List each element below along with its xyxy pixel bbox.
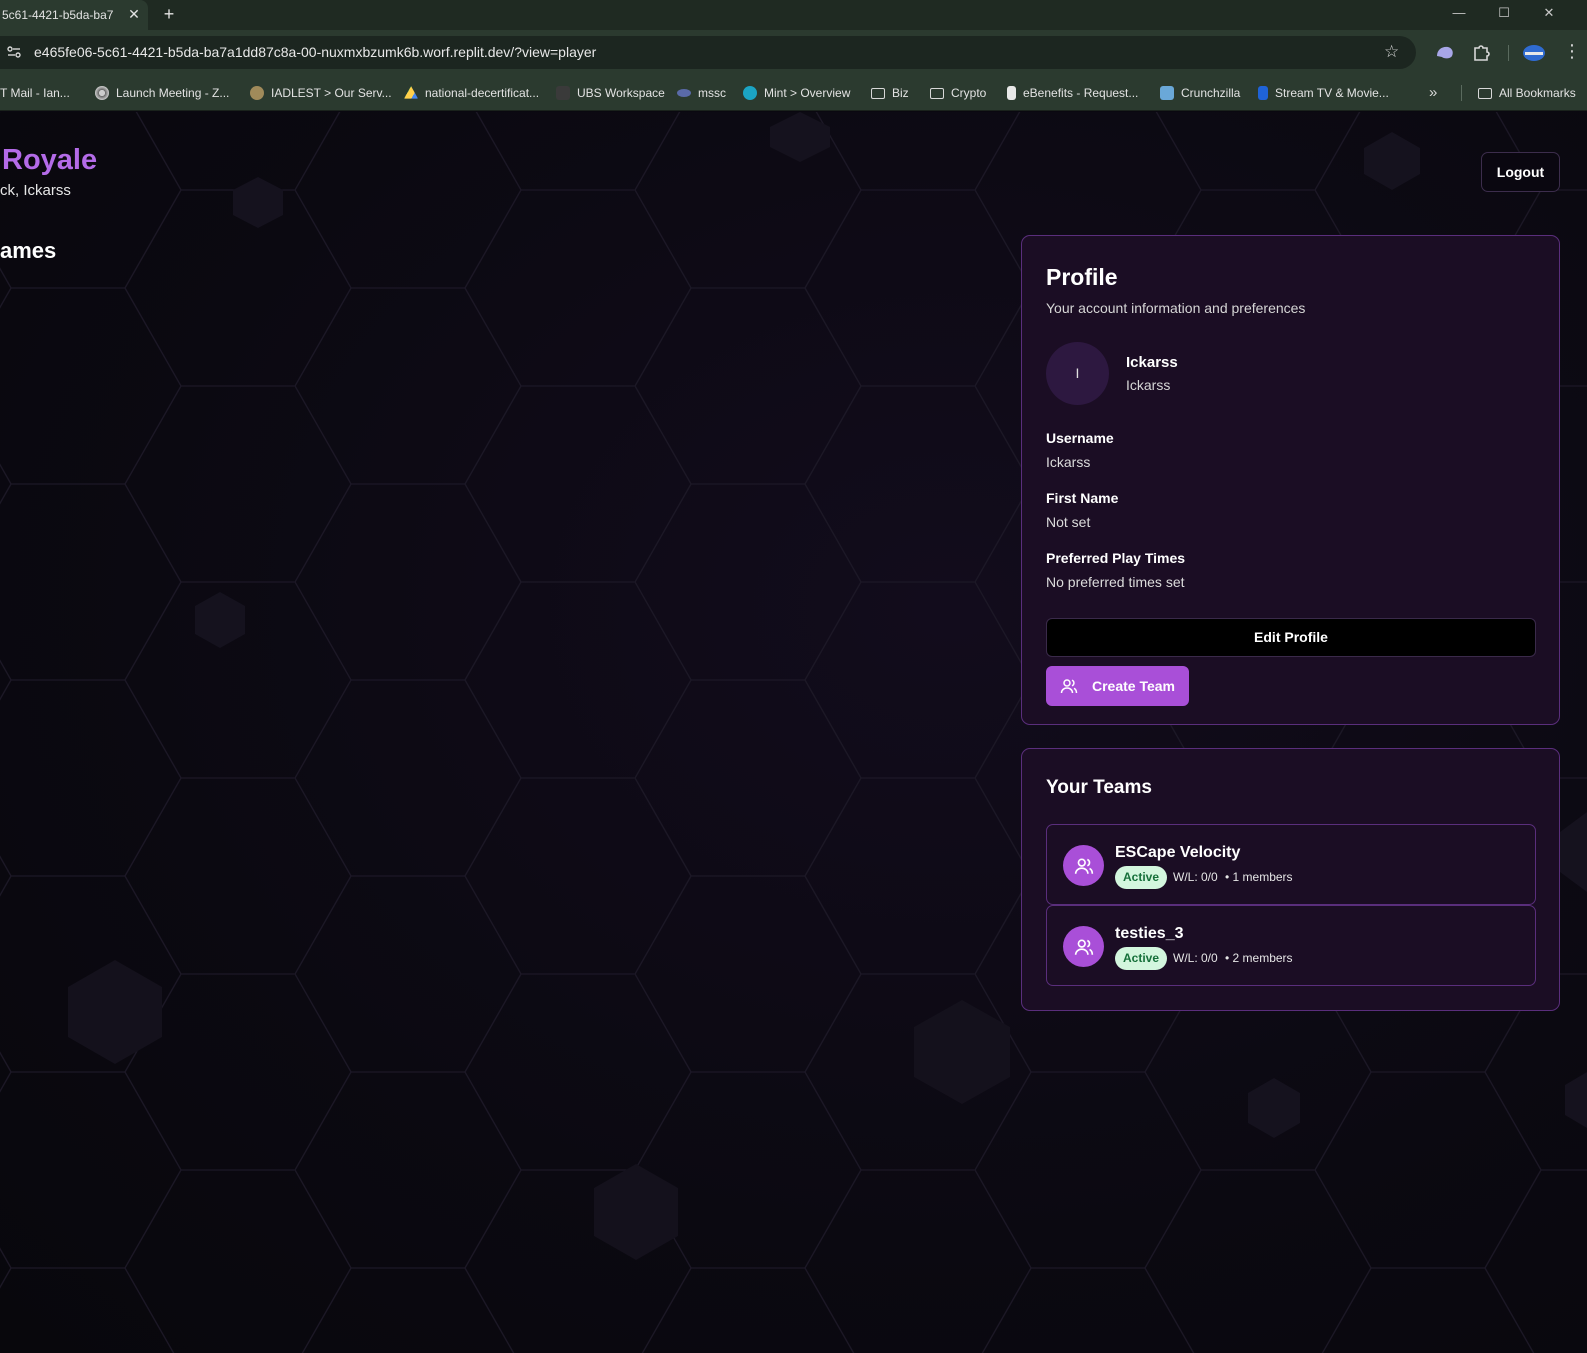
bookmark-item[interactable]: Biz (871, 83, 909, 103)
folder-icon (871, 87, 885, 99)
play-times-value: No preferred times set (1046, 574, 1185, 590)
team-avatar (1063, 845, 1104, 886)
bookmark-label: IADLEST > Our Serv... (271, 86, 392, 100)
teams-title: Your Teams (1046, 777, 1152, 798)
team-members: • 1 members (1225, 870, 1293, 884)
profile-title: Profile (1046, 264, 1118, 290)
bookmarks-divider (1461, 85, 1462, 101)
bookmark-item[interactable]: Crunchzilla (1160, 83, 1240, 103)
create-team-button[interactable]: Create Team (1046, 666, 1189, 706)
extension-icon[interactable] (1434, 42, 1456, 64)
crunchzilla-icon (1160, 86, 1174, 100)
avatar: I (1046, 342, 1109, 405)
tab-close-icon[interactable]: ✕ (126, 6, 142, 22)
bookmark-label: national-decertificat... (425, 86, 540, 100)
status-badge: Active (1115, 947, 1168, 970)
bookmark-item[interactable]: Launch Meeting - Z... (95, 83, 229, 103)
bookmark-label: eBenefits - Request... (1023, 86, 1139, 100)
bookmark-item[interactable]: eBenefits - Request... (1007, 83, 1138, 103)
bookmark-item[interactable]: Mint > Overview (743, 83, 850, 103)
username-value: Ickarss (1046, 454, 1091, 470)
team-name: testies_3 (1115, 925, 1184, 942)
browser-menu-icon[interactable]: ⋮ (1563, 41, 1581, 63)
welcome-text: ck, Ickarss (0, 182, 71, 199)
profile-username-sub: Ickarss (1126, 377, 1171, 393)
drive-icon (404, 86, 418, 99)
address-bar[interactable]: e465fe06-5c61-4421-b5da-ba7a1dd87c8a-00-… (0, 36, 1416, 69)
team-members: • 2 members (1225, 951, 1293, 965)
teams-card: Your Teams ESCape Velocity Active W/L: 0… (1021, 748, 1560, 1011)
users-icon (1074, 939, 1093, 955)
bookmark-item[interactable]: T Mail - Ian... (0, 83, 70, 103)
new-tab-button[interactable]: + (158, 3, 180, 25)
bookmark-item[interactable]: IADLEST > Our Serv... (250, 83, 392, 103)
bookmark-label: Stream TV & Movie... (1275, 86, 1389, 100)
bookmark-label: Launch Meeting - Z... (116, 86, 230, 100)
maximize-icon[interactable]: ☐ (1489, 2, 1519, 24)
toolbar-divider (1508, 45, 1509, 61)
bookmark-item[interactable]: UBS Workspace (556, 83, 665, 103)
team-record: W/L: 0/0 (1173, 870, 1218, 884)
url-text[interactable]: e465fe06-5c61-4421-b5da-ba7a1dd87c8a-00-… (34, 44, 596, 60)
bookmark-item[interactable]: Crypto (930, 83, 986, 103)
doc-icon (1007, 86, 1016, 100)
bookmark-star-icon[interactable]: ☆ (1384, 42, 1399, 62)
team-row[interactable]: ESCape Velocity Active W/L: 0/0 • 1 memb… (1046, 824, 1536, 905)
profile-avatar-icon[interactable] (1523, 42, 1545, 64)
bookmark-label: T Mail - Ian... (0, 86, 70, 100)
browser-tab[interactable]: 5c61-4421-b5da-ba7 ✕ (0, 0, 148, 30)
badge-icon (250, 86, 264, 100)
window-close-icon[interactable]: ✕ (1534, 2, 1564, 24)
bookmark-label: Mint > Overview (764, 86, 851, 100)
browser-toolbar: e465fe06-5c61-4421-b5da-ba7a1dd87c8a-00-… (0, 30, 1587, 75)
profile-display-name: Ickarss (1126, 354, 1178, 371)
bookmark-label: mssc (698, 86, 726, 100)
bookmarks-overflow-icon[interactable]: » (1429, 84, 1437, 101)
bookmark-item[interactable]: Stream TV & Movie... (1258, 83, 1389, 103)
all-bookmarks-label: All Bookmarks (1499, 86, 1576, 100)
extensions-puzzle-icon[interactable] (1470, 42, 1492, 64)
all-bookmarks-button[interactable]: All Bookmarks (1478, 83, 1576, 103)
users-icon (1074, 858, 1093, 874)
team-avatar (1063, 926, 1104, 967)
edit-profile-button[interactable]: Edit Profile (1046, 618, 1536, 657)
bookmark-label: UBS Workspace (577, 86, 665, 100)
tab-title: 5c61-4421-b5da-ba7 (2, 8, 114, 22)
minimize-icon[interactable]: — (1444, 2, 1474, 24)
folder-icon (930, 87, 944, 99)
team-row[interactable]: testies_3 Active W/L: 0/0 • 2 members (1046, 905, 1536, 986)
app-title: Royale (2, 144, 98, 176)
play-times-label: Preferred Play Times (1046, 550, 1186, 566)
username-label: Username (1046, 430, 1114, 446)
bookmark-label: Biz (892, 86, 909, 100)
first-name-label: First Name (1046, 490, 1119, 506)
bookmarks-bar: T Mail - Ian... Launch Meeting - Z... IA… (0, 75, 1587, 111)
status-badge: Active (1115, 866, 1168, 889)
bookmark-item[interactable]: national-decertificat... (404, 83, 539, 103)
bookmark-label: Crunchzilla (1181, 86, 1241, 100)
first-name-value: Not set (1046, 514, 1091, 530)
bookmark-item[interactable]: mssc (677, 83, 726, 103)
profile-card: Profile Your account information and pre… (1021, 235, 1560, 725)
create-team-label: Create Team (1092, 678, 1176, 694)
browser-tab-strip: 5c61-4421-b5da-ba7 ✕ + — ☐ ✕ (0, 0, 1587, 30)
ubs-icon (556, 86, 570, 100)
site-settings-icon[interactable] (6, 44, 22, 60)
app-page: Royale ck, Ickarss ames Logout Profile Y… (0, 112, 1587, 1353)
globe-icon (95, 86, 109, 100)
folder-icon (1478, 87, 1492, 99)
mssc-icon (677, 89, 691, 97)
mint-icon (743, 86, 757, 100)
team-record: W/L: 0/0 (1173, 951, 1218, 965)
bookmark-label: Crypto (951, 86, 987, 100)
games-heading: ames (0, 238, 57, 263)
logout-button[interactable]: Logout (1481, 152, 1560, 192)
team-name: ESCape Velocity (1115, 844, 1241, 861)
profile-description: Your account information and preferences (1046, 300, 1306, 316)
users-icon (1060, 679, 1078, 694)
stream-icon (1258, 86, 1268, 100)
